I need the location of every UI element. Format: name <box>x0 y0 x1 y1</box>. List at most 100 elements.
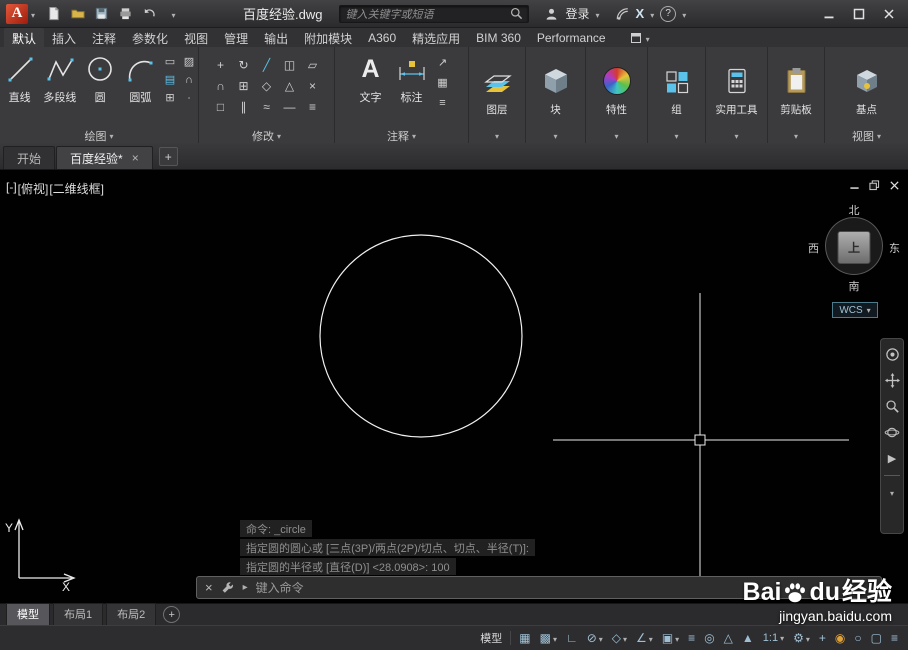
viewcube-west-label[interactable]: 西 <box>808 240 819 256</box>
lineweight-toggle[interactable]: ≡ <box>684 628 699 648</box>
isometric-drafting-toggle[interactable]: ◇ <box>608 628 631 648</box>
ribbon-tab-insert[interactable]: 插入 <box>44 28 84 47</box>
chevron-down-icon[interactable] <box>596 7 600 21</box>
application-menu-button[interactable]: A <box>4 3 37 25</box>
layout-tab-layout2[interactable]: 布局2 <box>106 603 157 626</box>
selection-cycling-toggle[interactable]: ◎ <box>700 628 718 648</box>
annotation-monitor-button[interactable]: + <box>815 628 830 648</box>
qat-overflow-button[interactable] <box>165 5 182 22</box>
chevron-down-icon[interactable] <box>806 631 810 645</box>
annotation-scale-button[interactable]: 1:1 <box>759 628 788 648</box>
annotation-visibility-toggle[interactable]: △ <box>720 628 737 648</box>
panel-footer-layers[interactable] <box>469 128 525 143</box>
help-search-box[interactable]: 键入关键字或短语 <box>339 4 530 23</box>
chevron-down-icon[interactable] <box>650 7 654 21</box>
zoom-button[interactable] <box>883 397 901 415</box>
chevron-down-icon[interactable] <box>599 631 603 645</box>
measure-tool[interactable]: ≈ <box>256 97 278 117</box>
workspace-switching-button[interactable]: ⚙ <box>789 628 814 648</box>
drawing-minimize-button[interactable] <box>849 180 860 194</box>
close-button[interactable] <box>874 3 904 25</box>
viewcube-top-face[interactable]: 上 <box>837 231 871 264</box>
wcs-selector[interactable]: WCS <box>832 302 878 318</box>
clipboard-icon[interactable] <box>779 63 813 99</box>
file-tab-start[interactable]: 开始 <box>3 146 56 169</box>
new-drawing-tab-button[interactable] <box>158 147 178 166</box>
grid-display-toggle[interactable]: ▦ <box>515 628 534 648</box>
fillet-tool[interactable]: ∩ <box>210 76 232 96</box>
ortho-mode-toggle[interactable]: ∟ <box>562 628 582 648</box>
panel-footer-properties[interactable] <box>586 128 647 143</box>
copy-tool[interactable]: ◫ <box>279 55 301 75</box>
group-icon[interactable] <box>660 63 694 99</box>
navbar-menu-button[interactable] <box>883 484 901 502</box>
chevron-down-icon[interactable] <box>682 7 686 21</box>
isolate-objects-button[interactable]: ○ <box>850 628 865 648</box>
point-tool[interactable]: ∙ <box>180 89 198 106</box>
customization-button[interactable]: ≡ <box>887 628 902 648</box>
ribbon-tab-addins[interactable]: 附加模块 <box>296 28 360 47</box>
chevron-down-icon[interactable] <box>553 631 557 645</box>
navigation-wheel-button[interactable] <box>883 345 901 363</box>
ribbon-display-options-button[interactable] <box>630 28 650 47</box>
a360-sync-icon[interactable] <box>615 7 630 21</box>
layout-tab-layout1[interactable]: 布局1 <box>53 603 104 626</box>
region-tool[interactable]: ⊞ <box>161 89 179 106</box>
save-button[interactable] <box>93 5 110 22</box>
line-tool[interactable]: 直线 <box>0 49 39 128</box>
panel-footer-block[interactable] <box>526 128 585 143</box>
orbit-button[interactable] <box>883 423 901 441</box>
help-button[interactable]: ? <box>660 5 677 22</box>
panel-footer-group[interactable] <box>648 128 705 143</box>
panel-footer-draw[interactable]: 绘图 <box>0 128 198 143</box>
edit-polyline-tool[interactable]: ≡ <box>302 97 324 117</box>
drawing-restore-button[interactable] <box>869 180 880 194</box>
trim-tool[interactable]: ╱ <box>256 55 278 75</box>
utilities-calculator-icon[interactable] <box>720 63 754 99</box>
pan-button[interactable] <box>883 371 901 389</box>
panel-footer-annotate[interactable]: 注释 <box>335 128 468 143</box>
maximize-button[interactable] <box>844 3 874 25</box>
minimize-button[interactable] <box>814 3 844 25</box>
undo-button[interactable] <box>141 5 158 22</box>
file-tab-current[interactable]: 百度经验* <box>56 146 153 169</box>
text-style-tool[interactable]: ≡ <box>433 93 453 112</box>
signin-button[interactable]: 登录 <box>565 5 589 22</box>
exchange-apps-button[interactable]: X <box>636 6 645 21</box>
panel-footer-clipboard[interactable] <box>768 128 824 143</box>
chevron-down-icon[interactable] <box>649 631 653 645</box>
lengthen-tool[interactable]: — <box>279 97 301 117</box>
polar-tracking-toggle[interactable]: ⊘ <box>583 628 607 648</box>
table-tool[interactable]: ▦ <box>433 73 453 92</box>
viewport-menu-control[interactable]: [-] <box>6 180 17 197</box>
text-tool[interactable]: A 文字 <box>351 49 391 128</box>
ribbon-tab-bim360[interactable]: BIM 360 <box>468 28 529 47</box>
mirror-tool[interactable]: ▱ <box>302 55 324 75</box>
ribbon-tab-home[interactable]: 默认 <box>4 28 45 47</box>
array-tool[interactable]: ⊞ <box>233 76 255 96</box>
explode-tool[interactable]: □ <box>210 97 232 117</box>
panel-footer-utilities[interactable] <box>706 128 767 143</box>
panel-footer-modify[interactable]: 修改 <box>199 128 334 143</box>
object-snap-toggle[interactable]: ▣ <box>658 628 683 648</box>
ribbon-tab-a360[interactable]: A360 <box>360 28 404 47</box>
command-input[interactable]: 键入命令 <box>256 579 304 596</box>
graphics-performance-button[interactable]: ◉ <box>831 628 849 648</box>
close-command-line-icon[interactable] <box>205 581 213 594</box>
object-snap-tracking-toggle[interactable]: ∠ <box>632 628 657 648</box>
ribbon-tab-performance[interactable]: Performance <box>529 28 614 47</box>
model-space-button[interactable]: 模型 <box>476 628 506 648</box>
circle-entity[interactable] <box>319 234 523 438</box>
drawing-canvas[interactable]: Y X [-] [俯视] [二维线框] 北 上 西 东 南 WCS ▾ ▶ ▾ … <box>0 170 908 603</box>
dimension-tool[interactable]: 标注 <box>392 49 432 128</box>
viewport-visual-style-control[interactable]: [二维线框] <box>49 180 104 197</box>
viewport-view-control[interactable]: [俯视] <box>18 180 49 197</box>
snap-mode-toggle[interactable]: ▩ <box>536 628 561 648</box>
chevron-down-icon[interactable] <box>675 631 679 645</box>
erase-tool[interactable]: × <box>302 76 324 96</box>
move-tool[interactable]: + <box>210 55 232 75</box>
ribbon-tab-featured-apps[interactable]: 精选应用 <box>404 28 468 47</box>
new-layout-button[interactable] <box>163 606 181 623</box>
ribbon-tab-output[interactable]: 输出 <box>256 28 296 47</box>
basepoint-icon[interactable] <box>850 63 884 99</box>
